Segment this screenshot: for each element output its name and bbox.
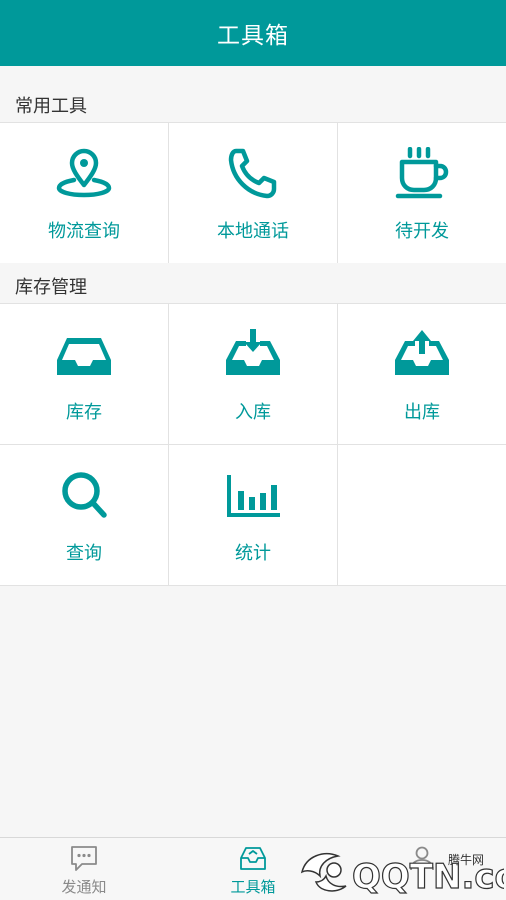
location-pin-icon	[55, 147, 113, 199]
common-tools-grid: 物流查询 本地通话 待开发	[0, 122, 506, 264]
tool-label: 查询	[66, 543, 102, 564]
toolbox-icon	[240, 847, 266, 870]
phone-icon	[224, 147, 282, 199]
tool-label: 本地通话	[217, 221, 289, 242]
inbox-out-icon	[393, 328, 451, 380]
qqtn-logo-icon: QQTN.com 腾牛网	[300, 852, 506, 898]
tool-inventory[interactable]: 库存	[0, 304, 169, 445]
coffee-cup-icon	[393, 146, 451, 199]
bar-chart-icon	[224, 469, 282, 521]
section-header-common-tools: 常用工具	[0, 66, 506, 122]
empty-cell	[338, 445, 506, 586]
qqtn-watermark: QQTN.com 腾牛网	[298, 842, 506, 898]
tool-label: 入库	[235, 402, 271, 423]
tab-label: 发通知	[61, 878, 107, 896]
tool-stock-in[interactable]: 入库	[169, 304, 338, 445]
tool-coming-soon[interactable]: 待开发	[338, 123, 506, 264]
tool-label: 库存	[66, 402, 102, 423]
tool-label: 出库	[404, 402, 440, 423]
tool-label: 物流查询	[48, 221, 120, 242]
tool-stock-out[interactable]: 出库	[338, 304, 506, 445]
tool-label: 统计	[235, 543, 271, 564]
inventory-grid: 库存 入库 出库 查询 统计	[0, 303, 506, 586]
section-title: 常用工具	[15, 96, 87, 117]
page-title: 工具箱	[217, 23, 289, 49]
top-app-bar: 工具箱	[0, 0, 506, 66]
watermark-subtext: 腾牛网	[448, 852, 484, 867]
inbox-tray-icon	[55, 328, 113, 380]
section-header-inventory: 库存管理	[0, 263, 506, 303]
inbox-in-icon	[224, 328, 282, 380]
tool-logistics-query[interactable]: 物流查询	[0, 123, 169, 264]
tool-query[interactable]: 查询	[0, 445, 169, 586]
section-title: 库存管理	[15, 277, 87, 298]
tab-notify[interactable]: 发通知	[0, 838, 168, 900]
tool-label: 待开发	[395, 221, 449, 242]
tool-statistics[interactable]: 统计	[169, 445, 338, 586]
tool-local-call[interactable]: 本地通话	[169, 123, 338, 264]
tab-label: 工具箱	[230, 878, 276, 896]
chat-bubble-icon	[71, 846, 97, 871]
search-icon	[55, 469, 113, 521]
